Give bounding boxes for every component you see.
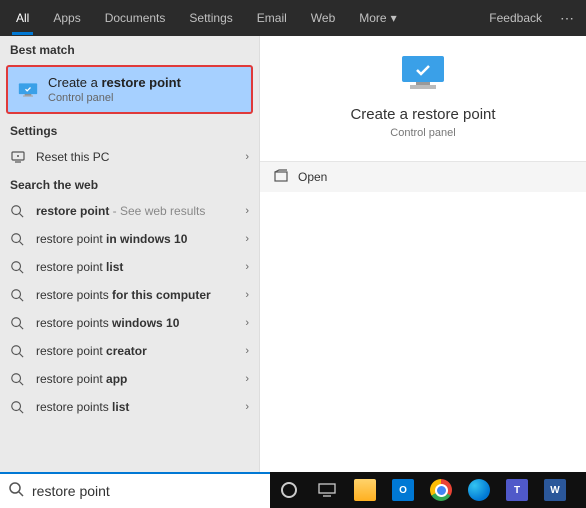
tab-documents[interactable]: Documents: [93, 1, 178, 35]
chevron-right-icon: ›: [245, 317, 249, 329]
web-result-0[interactable]: restore point - See web results ›: [0, 197, 259, 225]
search-icon: [10, 204, 26, 218]
system-icon-large: [396, 54, 450, 94]
best-match-item[interactable]: Create a restore point Control panel: [6, 65, 253, 114]
best-match-title: Create a restore point: [48, 75, 181, 90]
search-content: Best match Create a restore point Contro…: [0, 36, 586, 472]
preview-title: Create a restore point: [350, 106, 495, 123]
tab-email[interactable]: Email: [245, 1, 299, 35]
teams-button[interactable]: T: [498, 472, 536, 508]
chevron-right-icon: ›: [245, 289, 249, 301]
bottom-bar: O T W: [0, 472, 586, 508]
explorer-button[interactable]: [346, 472, 384, 508]
tab-web[interactable]: Web: [299, 1, 347, 35]
chevron-down-icon: ▾: [391, 11, 397, 25]
web-result-label: restore point - See web results: [36, 204, 245, 218]
web-result-label: restore points windows 10: [36, 316, 245, 330]
web-result-5[interactable]: restore point creator ›: [0, 337, 259, 365]
cortana-button[interactable]: [270, 472, 308, 508]
web-result-6[interactable]: restore point app ›: [0, 365, 259, 393]
preview-subtitle: Control panel: [390, 127, 455, 139]
web-result-label: restore point creator: [36, 344, 245, 358]
chevron-right-icon: ›: [245, 401, 249, 413]
web-result-1[interactable]: restore point in windows 10 ›: [0, 225, 259, 253]
tab-all[interactable]: All: [4, 1, 41, 35]
search-icon: [10, 372, 26, 386]
reset-icon: [10, 149, 26, 165]
chevron-right-icon: ›: [245, 261, 249, 273]
best-match-header: Best match: [0, 36, 259, 62]
best-match-subtitle: Control panel: [48, 92, 181, 104]
tab-apps[interactable]: Apps: [41, 1, 92, 35]
search-icon: [10, 400, 26, 414]
search-icon: [10, 260, 26, 274]
search-tabs: All Apps Documents Settings Email Web Mo…: [0, 0, 586, 36]
search-icon: [10, 232, 26, 246]
open-action[interactable]: Open: [260, 162, 586, 192]
web-result-4[interactable]: restore points windows 10 ›: [0, 309, 259, 337]
search-input[interactable]: [32, 483, 262, 499]
web-result-label: restore point list: [36, 260, 245, 274]
tab-settings[interactable]: Settings: [177, 1, 244, 35]
search-icon: [8, 481, 24, 502]
taskbar: O T W: [270, 472, 574, 508]
settings-item-label: Reset this PC: [36, 150, 245, 164]
chevron-right-icon: ›: [245, 205, 249, 217]
search-web-header: Search the web: [0, 171, 259, 197]
chevron-right-icon: ›: [245, 233, 249, 245]
settings-header: Settings: [0, 117, 259, 143]
chrome-button[interactable]: [422, 472, 460, 508]
open-icon: [274, 169, 288, 186]
chevron-right-icon: ›: [245, 345, 249, 357]
feedback-link[interactable]: Feedback: [479, 11, 552, 25]
search-bar[interactable]: [0, 472, 270, 508]
results-panel: Best match Create a restore point Contro…: [0, 36, 260, 472]
web-result-7[interactable]: restore points list ›: [0, 393, 259, 421]
word-button[interactable]: W: [536, 472, 574, 508]
chevron-right-icon: ›: [245, 151, 249, 163]
edge-button[interactable]: [460, 472, 498, 508]
tab-more[interactable]: More ▾: [347, 1, 408, 35]
web-result-label: restore points for this computer: [36, 288, 245, 302]
web-result-2[interactable]: restore point list ›: [0, 253, 259, 281]
web-result-3[interactable]: restore points for this computer ›: [0, 281, 259, 309]
system-icon: [18, 82, 38, 98]
outlook-button[interactable]: O: [384, 472, 422, 508]
search-icon: [10, 288, 26, 302]
search-icon: [10, 344, 26, 358]
chevron-right-icon: ›: [245, 373, 249, 385]
task-view-button[interactable]: [308, 472, 346, 508]
web-result-label: restore points list: [36, 400, 245, 414]
more-options-icon[interactable]: ⋯: [552, 10, 582, 27]
search-icon: [10, 316, 26, 330]
web-result-label: restore point app: [36, 372, 245, 386]
web-result-label: restore point in windows 10: [36, 232, 245, 246]
preview-panel: Create a restore point Control panel Ope…: [260, 36, 586, 472]
settings-item-reset-pc[interactable]: Reset this PC ›: [0, 143, 259, 171]
